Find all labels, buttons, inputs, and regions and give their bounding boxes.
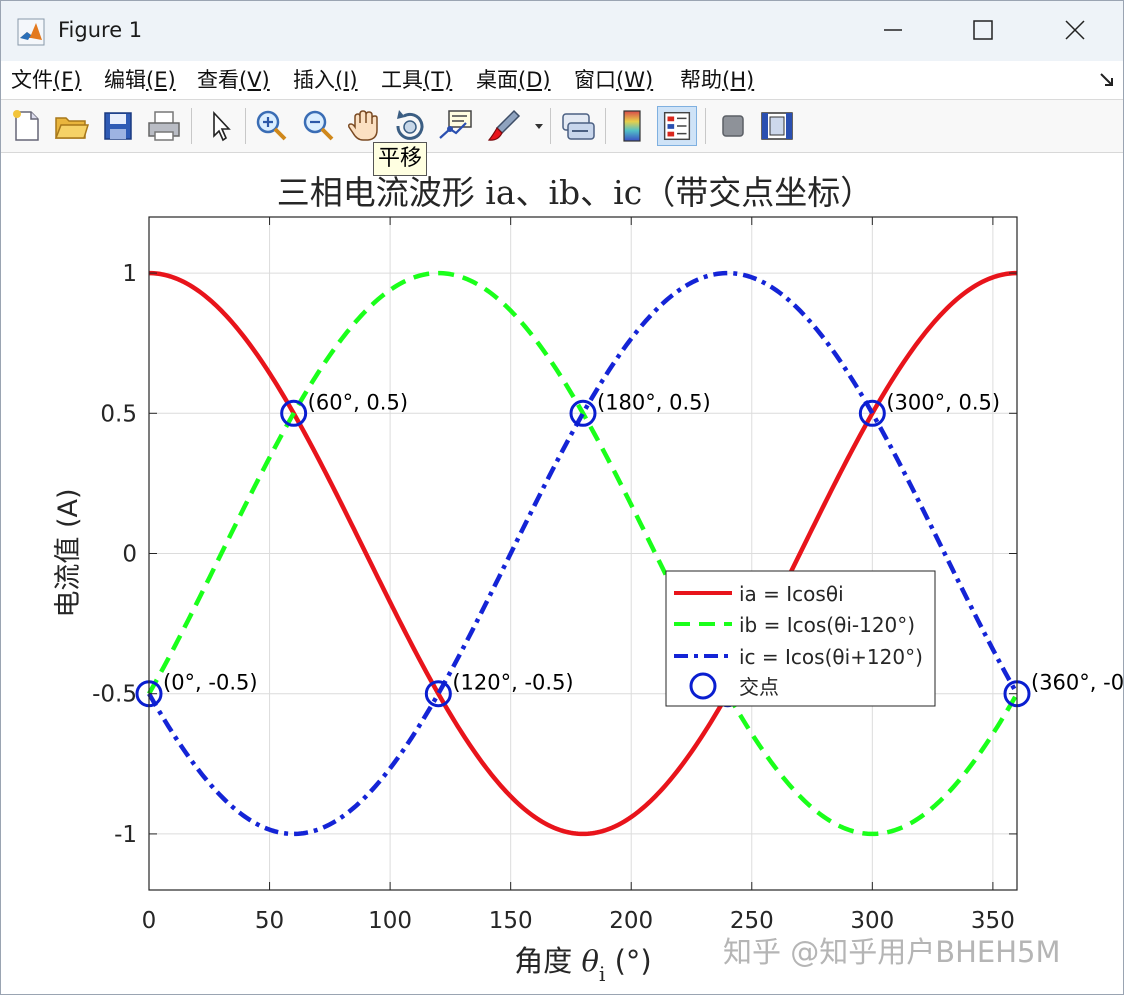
zoom-out-icon[interactable] [298, 106, 338, 146]
menu-view[interactable]: 查看(V) [197, 66, 270, 94]
chart-title: 三相电流波形 ia、ib、ic（带交点坐标） [277, 173, 873, 212]
select-arrow-icon[interactable] [200, 106, 240, 146]
pan-tooltip: 平移 [373, 142, 428, 176]
toolbar-separator [550, 108, 551, 144]
menu-insert[interactable]: 插入(I) [293, 66, 358, 94]
maximize-button[interactable] [937, 1, 1029, 59]
menu-edit[interactable]: 编辑(E) [104, 66, 176, 94]
colorbar-icon[interactable] [612, 106, 652, 146]
menu-tools[interactable]: 工具(T) [381, 66, 452, 94]
toolbar-separator [191, 108, 192, 144]
x-tick-label: 150 [489, 908, 533, 934]
legend-label-ic: ic = Icos(θi+120°) [739, 645, 923, 669]
close-icon [1065, 20, 1085, 40]
minimize-icon [884, 29, 902, 31]
new-figure-icon[interactable] [7, 106, 47, 146]
legend-label-intersection: 交点 [739, 675, 779, 699]
x-axis-label: 角度 θi (°) [514, 944, 651, 986]
maximize-icon [973, 20, 993, 40]
open-folder-icon[interactable] [51, 106, 91, 146]
menu-desktop[interactable]: 桌面(D) [476, 66, 551, 94]
rotate-3d-icon[interactable] [390, 106, 430, 146]
x-tick-label: 0 [142, 908, 157, 934]
legend[interactable]: ia = Icosθi ib = Icos(θi-120°) ic = Icos… [665, 570, 936, 707]
y-tick-label: 0.5 [100, 401, 137, 427]
y-tick-label: 0 [122, 542, 137, 568]
pan-hand-icon[interactable] [344, 106, 384, 146]
y-tick-label: 1 [122, 261, 137, 287]
minimize-button[interactable] [847, 1, 939, 59]
y-tick-label: -1 [114, 822, 137, 848]
y-axis-label: 电流值 (A) [53, 488, 84, 617]
intersection-label: (60°, 0.5) [308, 390, 408, 414]
show-plot-tools-icon[interactable] [757, 106, 797, 146]
x-tick-label: 200 [609, 908, 653, 934]
figure-canvas[interactable]: (0°, -0.5) (60°, 0.5) (120°, -0.5) (180°, 0… [1, 153, 1123, 994]
intersection-label: (360°, -0 [1031, 671, 1123, 695]
x-tick-label: 100 [368, 908, 412, 934]
toolbar-separator [705, 108, 706, 144]
data-cursor-icon[interactable] [436, 106, 476, 146]
plot-svg[interactable]: (0°, -0.5) (60°, 0.5) (120°, -0.5) (180°, 0… [1, 153, 1123, 994]
x-tick-label: 50 [255, 908, 284, 934]
link-plot-icon[interactable] [558, 106, 598, 146]
dock-arrow-icon[interactable] [1098, 71, 1116, 89]
close-button[interactable] [1029, 1, 1121, 59]
figure-toolbar [1, 100, 1123, 153]
legend-label-ib: ib = Icos(θi-120°) [739, 613, 915, 637]
menu-file[interactable]: 文件(F) [11, 66, 81, 94]
zoom-in-icon[interactable] [251, 106, 291, 146]
figure-window: Figure 1 文件(F) 编辑(E) 查看(V) 插入(I) 工具(T) 桌… [0, 0, 1124, 995]
menu-window[interactable]: 窗口(W) [574, 66, 653, 94]
title-bar[interactable]: Figure 1 [1, 1, 1123, 61]
window-title: Figure 1 [58, 18, 143, 42]
legend-button[interactable] [657, 106, 697, 146]
menu-bar: 文件(F) 编辑(E) 查看(V) 插入(I) 工具(T) 桌面(D) 窗口(W… [1, 61, 1123, 100]
toolbar-separator [605, 108, 606, 144]
print-icon[interactable] [144, 106, 184, 146]
matlab-logo-icon [17, 18, 45, 46]
intersection-label: (120°, -0.5) [452, 671, 573, 695]
chevron-down-icon[interactable] [533, 120, 545, 132]
brush-icon[interactable] [484, 106, 524, 146]
legend-label-ia: ia = Icosθi [739, 582, 844, 606]
intersection-label: (180°, 0.5) [597, 390, 711, 414]
intersection-label: (0°, -0.5) [163, 671, 258, 695]
menu-help[interactable]: 帮助(H) [680, 66, 754, 94]
y-tick-label: -0.5 [92, 682, 137, 708]
intersection-label: (300°, 0.5) [886, 390, 1000, 414]
toolbar-separator [245, 108, 246, 144]
save-icon[interactable] [98, 106, 138, 146]
watermark: 知乎 @知乎用户BHEH5M [723, 935, 1061, 969]
legend-icon [663, 111, 691, 141]
hide-plot-tools-icon[interactable] [713, 106, 753, 146]
